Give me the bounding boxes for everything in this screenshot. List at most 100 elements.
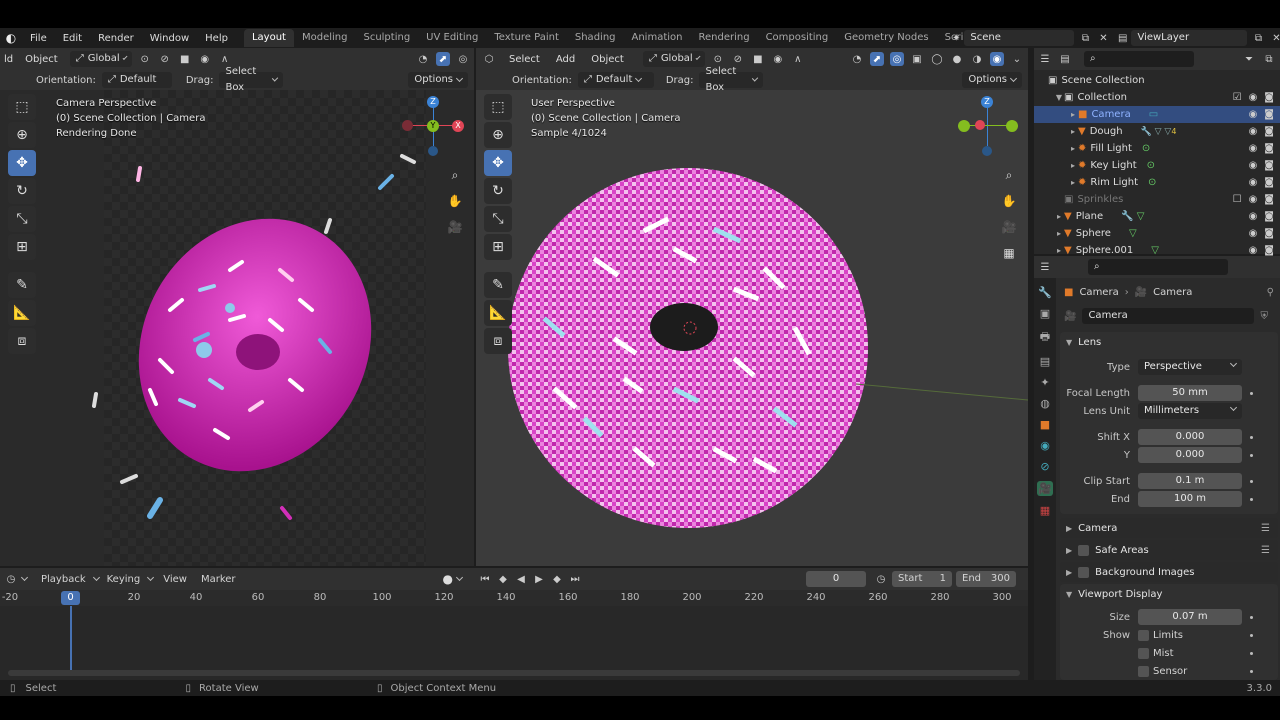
expand-triangle-icon[interactable]: ▸: [1054, 212, 1064, 221]
tab-uv-editing[interactable]: UV Editing: [418, 29, 486, 47]
size-field[interactable]: 0.07 m: [1138, 609, 1242, 625]
zoom-icon[interactable]: ⌕: [998, 164, 1020, 186]
camera-render-icon[interactable]: ◙: [1264, 228, 1274, 239]
focal-length-field[interactable]: 50 mm: [1138, 385, 1242, 401]
eye-icon[interactable]: ◉: [1249, 92, 1258, 103]
select-box-tool-icon[interactable]: ⬚: [484, 94, 512, 120]
proportional-icon[interactable]: ◉: [198, 52, 212, 66]
tab-modeling[interactable]: Modeling: [294, 29, 356, 47]
playhead-label[interactable]: 0: [61, 591, 80, 605]
shift-y-field[interactable]: 0.000: [1138, 447, 1242, 463]
camera-data-tab-icon[interactable]: 🎥: [1037, 481, 1053, 496]
menu-window[interactable]: Window: [142, 33, 197, 44]
shading-rendered-icon[interactable]: ◉: [990, 52, 1004, 66]
eye-icon[interactable]: ◉: [1249, 109, 1258, 120]
menu-edit[interactable]: Edit: [55, 33, 90, 44]
pivot-icon[interactable]: ⊙: [138, 52, 152, 66]
pan-hand-icon[interactable]: ✋: [444, 190, 466, 212]
clip-end-field[interactable]: 100 m: [1138, 491, 1242, 507]
blender-logo-icon[interactable]: ◐: [0, 31, 22, 45]
tab-shading[interactable]: Shading: [567, 29, 624, 47]
background-images-panel-header[interactable]: ▶ Background Images: [1060, 562, 1278, 582]
scale-tool-icon[interactable]: ⤡: [8, 206, 36, 232]
tab-geometry-nodes[interactable]: Geometry Nodes: [836, 29, 936, 47]
snap-target-icon[interactable]: ■: [178, 52, 192, 66]
shading-wireframe-icon[interactable]: ◯: [930, 52, 944, 66]
expand-triangle-icon[interactable]: ▸: [1068, 161, 1078, 170]
snap-icon[interactable]: ⊘: [158, 52, 172, 66]
gizmo-toggle-icon[interactable]: ⬈: [870, 52, 884, 66]
expand-triangle-icon[interactable]: ▸: [1068, 127, 1078, 136]
delete-scene-icon[interactable]: ✕: [1096, 31, 1110, 45]
measure-tool-icon[interactable]: 📐: [484, 300, 512, 326]
eye-icon[interactable]: ◉: [1249, 126, 1258, 137]
outliner-search-input[interactable]: ⌕: [1084, 51, 1194, 67]
properties-editor-icon[interactable]: ☰: [1038, 260, 1052, 274]
outliner-editor-icon[interactable]: ☰: [1038, 52, 1052, 66]
proportional-icon[interactable]: ◉: [771, 52, 785, 66]
mist-checkbox[interactable]: [1138, 647, 1149, 659]
menu-help[interactable]: Help: [197, 33, 236, 44]
camera-render-icon[interactable]: ◙: [1264, 211, 1274, 222]
menu-object[interactable]: Object: [586, 54, 629, 65]
z-axis-handle[interactable]: Z: [981, 96, 993, 108]
current-frame-field[interactable]: 0: [806, 571, 866, 587]
outliner-row-rim-light[interactable]: ▸ ✹ Rim Light ⊙ ◉ ◙: [1034, 174, 1280, 191]
camera-render-icon[interactable]: ◙: [1264, 126, 1274, 137]
eye-icon[interactable]: ◉: [1249, 177, 1258, 188]
perspective-grid-icon[interactable]: ▦: [998, 242, 1020, 264]
marker-menu[interactable]: Marker: [197, 574, 240, 585]
camera-render-icon[interactable]: ◙: [1264, 194, 1274, 205]
type-dropdown[interactable]: Perspective: [1138, 359, 1242, 375]
keying-menu[interactable]: Keying: [103, 574, 145, 585]
eye-icon[interactable]: ◉: [1249, 211, 1258, 222]
tool-tab-icon[interactable]: 🔧: [1038, 286, 1052, 299]
menu-file[interactable]: File: [22, 33, 55, 44]
y-neg-axis-handle[interactable]: [958, 120, 970, 132]
camera-render-icon[interactable]: ◙: [1264, 160, 1274, 171]
checkbox-icon[interactable]: ☑: [1233, 92, 1242, 103]
y-axis-handle[interactable]: Y: [427, 120, 439, 132]
zoom-icon[interactable]: ⌕: [444, 164, 466, 186]
right-transform-dropdown[interactable]: ⤢ Global: [642, 51, 705, 67]
viewlayer-icon[interactable]: ▤: [1118, 33, 1127, 44]
move-tool-icon[interactable]: ✥: [8, 150, 36, 176]
left-object-menu[interactable]: Object: [19, 54, 64, 65]
select-box-tool-icon[interactable]: ⬚: [8, 94, 36, 120]
camera-render-icon[interactable]: ◙: [1264, 92, 1274, 103]
datablock-name-field[interactable]: Camera: [1082, 308, 1255, 324]
drag-dropdown[interactable]: Select Box: [219, 66, 284, 93]
annotate-tool-icon[interactable]: ✎: [8, 272, 36, 298]
expand-triangle-icon[interactable]: ▸: [1068, 110, 1078, 119]
new-viewlayer-icon[interactable]: ⧉: [1251, 31, 1265, 45]
new-collection-icon[interactable]: ⧉: [1262, 52, 1276, 66]
end-frame-field[interactable]: End 300: [956, 571, 1016, 587]
play-icon[interactable]: ▶: [532, 572, 546, 586]
playback-menu[interactable]: Playback: [37, 574, 90, 585]
expand-triangle-icon[interactable]: ▼: [1054, 93, 1064, 102]
rotate-tool-icon[interactable]: ↻: [8, 178, 36, 204]
editor-type-icon[interactable]: ⬡: [480, 52, 498, 66]
left-options-button[interactable]: Options: [408, 72, 468, 88]
timeline-scrollbar[interactable]: [8, 670, 1020, 676]
rotate-tool-icon[interactable]: ↻: [484, 178, 512, 204]
scene-icon[interactable]: ✦: [952, 33, 960, 44]
right-nav-gizmo[interactable]: Z: [956, 94, 1020, 158]
jump-start-icon[interactable]: ⏮: [478, 572, 492, 586]
shading-material-icon[interactable]: ◑: [970, 52, 984, 66]
transform-tool-icon[interactable]: ⊞: [8, 234, 36, 260]
viewport-display-panel-header[interactable]: ▼ Viewport Display: [1060, 584, 1278, 604]
scene-tab-icon[interactable]: ✦: [1040, 376, 1049, 389]
object-tab-icon[interactable]: ■: [1040, 418, 1050, 431]
add-cube-tool-icon[interactable]: ⧈: [8, 328, 36, 354]
transform-tool-icon[interactable]: ⊞: [484, 234, 512, 260]
xray-icon[interactable]: ▣: [910, 52, 924, 66]
camera-panel-header[interactable]: ▶ Camera ☰: [1060, 518, 1278, 538]
camera-render-icon[interactable]: ◙: [1264, 245, 1274, 256]
expand-triangle-icon[interactable]: ▸: [1068, 144, 1078, 153]
tab-animation[interactable]: Animation: [624, 29, 691, 47]
expand-triangle-icon[interactable]: ▸: [1054, 229, 1064, 238]
falloff-icon[interactable]: ∧: [791, 52, 805, 66]
outliner-row-sphere[interactable]: ▸ ▼ Sphere ▽ ◉ ◙: [1034, 225, 1280, 242]
outliner-row-plane[interactable]: ▸ ▼ Plane 🔧 ▽ ◉ ◙: [1034, 208, 1280, 225]
